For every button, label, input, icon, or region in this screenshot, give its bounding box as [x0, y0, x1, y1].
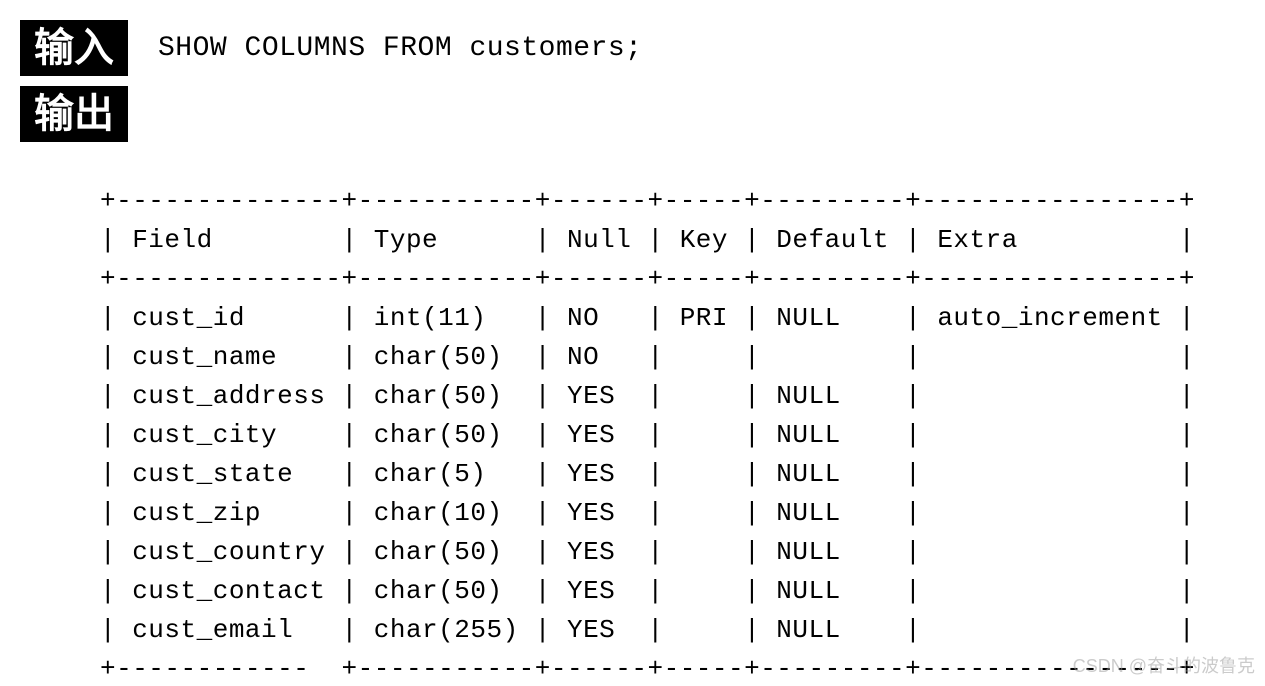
sql-output-table: +--------------+-----------+------+-----… [100, 182, 1245, 686]
input-label-badge: 输入 [20, 20, 128, 76]
sql-command: SHOW COLUMNS FROM customers; [158, 33, 642, 64]
output-label-badge: 输出 [20, 86, 128, 142]
